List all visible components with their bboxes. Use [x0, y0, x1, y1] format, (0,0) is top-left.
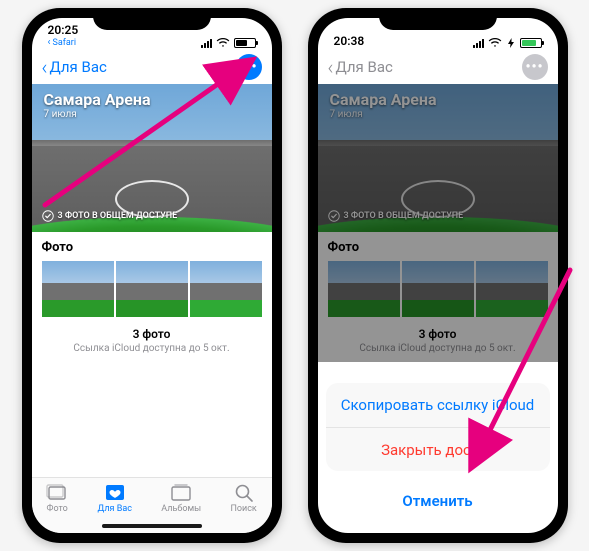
heart-icon — [98, 482, 132, 504]
photos-icon — [46, 482, 68, 504]
status-right — [473, 38, 542, 48]
tab-label: Для Вас — [98, 504, 132, 514]
dim-overlay[interactable] — [318, 84, 558, 362]
hero-image: Самара Арена 7 июля 3 ФОТО В ОБЩЕМ ДОСТУ… — [32, 84, 272, 232]
home-indicator[interactable] — [102, 524, 202, 528]
action-sheet-group: Скопировать ссылку iCloud Закрыть доступ — [326, 383, 550, 471]
tab-photos[interactable]: Фото — [46, 482, 68, 514]
status-time: 20:38 — [334, 34, 365, 48]
tab-label: Фото — [46, 504, 68, 514]
screen-right: 20:38 ‹ Для Вас ••• Самара Арена — [318, 18, 558, 533]
tab-albums[interactable]: Альбомы — [161, 482, 201, 514]
home-indicator[interactable] — [388, 524, 488, 528]
status-left: 20:25 ‹ Safari — [48, 23, 79, 48]
photos-expires: Ссылка iCloud доступна до 5 окт. — [42, 343, 262, 354]
nav-bar: ‹ Для Вас ••• — [32, 50, 272, 84]
action-sheet-cancel-group: Отменить — [326, 479, 550, 523]
back-button[interactable]: ‹ Для Вас — [42, 57, 107, 77]
back-label: Для Вас — [335, 58, 392, 76]
photos-caption: 3 фото Ссылка iCloud доступна до 5 окт. — [42, 327, 262, 354]
notch — [93, 8, 211, 30]
tab-search[interactable]: Поиск — [230, 482, 256, 514]
photo-thumbs — [42, 261, 262, 317]
battery-icon — [520, 38, 542, 48]
cell-signal-icon — [201, 38, 212, 48]
chevron-left-icon: ‹ — [48, 37, 51, 48]
notch — [379, 8, 497, 30]
cancel-label: Отменить — [402, 492, 472, 510]
phone-left: 20:25 ‹ Safari ‹ Для Вас ••• — [22, 8, 282, 543]
stop-sharing-label: Закрыть доступ — [381, 441, 494, 459]
shared-badge-label: 3 ФОТО В ОБЩЕМ ДОСТУПЕ — [58, 211, 178, 221]
ellipsis-icon: ••• — [239, 59, 257, 75]
hero-title: Самара Арена — [44, 90, 151, 109]
ellipsis-icon: ••• — [525, 59, 543, 75]
screen-left: 20:25 ‹ Safari ‹ Для Вас ••• — [32, 18, 272, 533]
search-icon — [230, 482, 256, 504]
charging-icon — [506, 38, 516, 48]
back-label: Для Вас — [49, 58, 106, 76]
copy-link-label: Скопировать ссылку iCloud — [341, 396, 535, 414]
photo-thumb[interactable] — [190, 261, 262, 317]
more-button[interactable]: ••• — [236, 54, 262, 80]
tab-for-you[interactable]: Для Вас — [98, 482, 132, 514]
wifi-icon — [488, 38, 502, 48]
albums-icon — [161, 482, 201, 504]
copy-link-button[interactable]: Скопировать ссылку iCloud — [326, 383, 550, 427]
cancel-button[interactable]: Отменить — [326, 479, 550, 523]
hero-title-block: Самара Арена 7 июля — [44, 90, 151, 120]
action-sheet: Скопировать ссылку iCloud Закрыть доступ… — [326, 383, 550, 523]
tab-label: Альбомы — [161, 504, 201, 514]
shared-badge: 3 ФОТО В ОБЩЕМ ДОСТУПЕ — [42, 210, 178, 222]
photos-heading: Фото — [42, 240, 262, 255]
stop-sharing-button[interactable]: Закрыть доступ — [326, 427, 550, 471]
status-right — [201, 38, 256, 48]
status-time: 20:25 — [48, 23, 79, 37]
more-button: ••• — [522, 54, 548, 80]
photo-thumb[interactable] — [42, 261, 114, 317]
photo-thumb[interactable] — [116, 261, 188, 317]
status-source: Safari — [53, 38, 77, 48]
chevron-left-icon: ‹ — [42, 57, 48, 77]
back-button: ‹ Для Вас — [328, 57, 393, 77]
tab-bar: Фото Для Вас Альбомы Поиск — [32, 477, 272, 533]
hero-subtitle: 7 июля — [44, 109, 151, 120]
nav-bar: ‹ Для Вас ••• — [318, 50, 558, 84]
check-icon — [42, 210, 54, 222]
tab-label: Поиск — [230, 504, 256, 514]
battery-icon — [234, 38, 256, 48]
photos-section: Фото 3 фото Ссылка iCloud доступна до 5 … — [32, 232, 272, 362]
phone-right: 20:38 ‹ Для Вас ••• Самара Арена — [308, 8, 568, 543]
photos-count: 3 фото — [42, 327, 262, 341]
chevron-left-icon: ‹ — [328, 57, 334, 77]
cell-signal-icon — [473, 38, 484, 48]
wifi-icon — [216, 38, 230, 48]
